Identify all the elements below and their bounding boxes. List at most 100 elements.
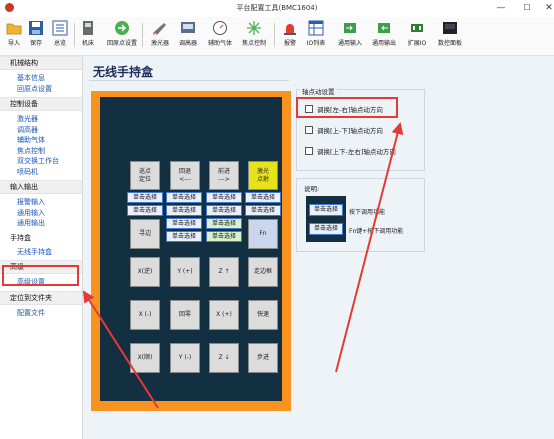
key-edge-find[interactable]: 寻边	[130, 219, 160, 249]
key-laser-shot[interactable]: 激光 点射	[248, 161, 278, 190]
legend-select-button: 单击选择	[309, 204, 343, 216]
select-button[interactable]: 单击选择	[206, 218, 242, 229]
sidebar-item-height-controller[interactable]: 调高器	[0, 125, 82, 136]
legend-title: 说明:	[302, 183, 322, 193]
io-list-button[interactable]: IO列表	[302, 20, 330, 47]
key-x-minus[interactable]: X (-)	[130, 300, 160, 330]
sidebar-item-home-return[interactable]: 回原点设置	[0, 84, 82, 95]
key-x-cw[interactable]: X(顺)	[130, 343, 160, 373]
close-button[interactable]: ✕	[536, 0, 554, 16]
key-y-minus[interactable]: Y (-)	[170, 343, 200, 373]
key-point-locate[interactable]: 巡点 定位	[130, 161, 160, 190]
fn-select-button[interactable]: 单击选择	[166, 231, 202, 242]
legend-text-fn-press: Fn键+按下调用功能	[349, 228, 404, 235]
laser-icon	[152, 20, 168, 36]
fn-select-button[interactable]: 单击选择	[206, 231, 242, 242]
sidebar-item-wireless-handbox[interactable]: 无线手持盒	[0, 247, 82, 258]
sidebar-group-header[interactable]: 控制设备	[0, 97, 82, 111]
sidebar-nav: 机械结构 基本信息 回原点设置 控制设备 激光器 调高器 辅助气体 焦点控制 双…	[0, 56, 83, 439]
input-icon	[342, 20, 358, 36]
highlight-box-checkbox	[296, 97, 398, 118]
sidebar-item-assist-gas[interactable]: 辅助气体	[0, 135, 82, 146]
key-forward[interactable]: 前进 --->	[209, 161, 239, 190]
sidebar-item-general-output[interactable]: 通用输出	[0, 218, 82, 229]
cnc-panel-button[interactable]: 数控面板	[434, 20, 466, 47]
gas-gauge-icon	[212, 20, 228, 36]
sidebar-item-basic-info[interactable]: 基本信息	[0, 73, 82, 84]
sidebar-group-header[interactable]: 手持盒	[0, 231, 82, 244]
sidebar-item-laser[interactable]: 激光器	[0, 114, 82, 125]
sidebar-group-header[interactable]: 机械结构	[0, 56, 82, 70]
sidebar-item-focus-control[interactable]: 焦点控制	[0, 146, 82, 157]
key-backward[interactable]: 回退 <---	[170, 161, 200, 190]
swap-updown-leftright-checkbox[interactable]: 调换[上下-左右]轴点动方向	[305, 146, 396, 156]
checkbox-label: 调换[上-下]轴点动方向	[317, 127, 383, 135]
sidebar-item-config-file[interactable]: 配置文件	[0, 308, 82, 319]
alarm-button[interactable]: 报警	[276, 20, 304, 47]
highlight-box-sidebar	[2, 265, 79, 286]
toolbar-separator	[142, 23, 143, 47]
alarm-icon	[282, 20, 298, 36]
key-fast[interactable]: 快速	[248, 300, 278, 330]
sidebar-group-header[interactable]: 输入输出	[0, 180, 82, 194]
overview-button[interactable]: 总览	[46, 20, 74, 47]
save-icon	[28, 20, 44, 36]
select-button[interactable]: 单击选择	[166, 218, 202, 229]
title-divider	[89, 80, 289, 81]
key-trace-frame[interactable]: 走边框	[248, 257, 278, 287]
key-z-up[interactable]: Z ↑	[209, 257, 239, 287]
swap-up-down-checkbox[interactable]: 调换[上-下]轴点动方向	[305, 125, 383, 135]
home-return-button[interactable]: 回原点设置	[104, 20, 140, 47]
sidebar-group-header[interactable]: 定位到文件夹	[0, 290, 82, 305]
title-bar: 平台配置工具(BMC1604) — ☐ ✕	[0, 0, 554, 16]
handbox-frame: 巡点 定位 回退 <--- 前进 ---> 激光 点射 单击选择 单击选择 单击…	[91, 91, 291, 411]
laser-button[interactable]: 激光器	[146, 20, 174, 47]
legend-swatch-panel	[306, 196, 346, 242]
fn-select-button[interactable]: 单击选择	[166, 205, 202, 216]
select-button[interactable]: 单击选择	[166, 192, 202, 203]
key-x-ccw[interactable]: X(逆)	[130, 257, 160, 287]
sidebar-item-dual-table[interactable]: 双交换工作台	[0, 156, 82, 167]
expand-io-icon	[409, 20, 425, 36]
focus-icon	[246, 20, 262, 36]
legend-group: 说明: 单击选择 单击选择 按下调用功能 Fn键+按下调用功能	[296, 178, 425, 252]
axis-settings-title: 轴点动设置	[300, 86, 337, 96]
sidebar-item-alarm-input[interactable]: 报警输入	[0, 197, 82, 208]
key-step[interactable]: 步进	[248, 343, 278, 373]
fn-select-button[interactable]: 单击选择	[127, 205, 163, 216]
overview-icon	[52, 20, 68, 36]
assist-gas-button[interactable]: 辅助气体	[204, 20, 236, 47]
folder-open-icon	[6, 20, 22, 36]
minimize-button[interactable]: —	[488, 0, 514, 16]
height-controller-icon	[180, 20, 196, 36]
toolbar: 导入 保存 总览 机床 回原点设置 激光器 调高器 辅助气体 焦点控制 报警 I…	[0, 17, 554, 56]
key-fn[interactable]: Fn	[248, 219, 278, 249]
checkbox[interactable]	[305, 126, 313, 134]
height-controller-button[interactable]: 调高器	[174, 20, 202, 47]
focus-control-button[interactable]: 焦点控制	[238, 20, 270, 47]
machine-button[interactable]: 机床	[74, 20, 102, 47]
io-list-icon	[308, 20, 324, 36]
key-return-zero[interactable]: 回零	[170, 300, 200, 330]
select-button[interactable]: 单击选择	[206, 192, 242, 203]
fn-select-button[interactable]: 单击选择	[206, 205, 242, 216]
expand-io-button[interactable]: 扩展IO	[402, 20, 432, 47]
checkbox[interactable]	[305, 147, 313, 155]
handbox-panel: 巡点 定位 回退 <--- 前进 ---> 激光 点射 单击选择 单击选择 单击…	[100, 97, 282, 401]
home-return-icon	[114, 20, 130, 36]
checkbox-label: 调换[上下-左右]轴点动方向	[317, 148, 396, 156]
general-output-button[interactable]: 通用输出	[368, 20, 400, 47]
sidebar-item-marking[interactable]: 喷码机	[0, 167, 82, 178]
window-title: 平台配置工具(BMC1604)	[236, 4, 318, 12]
general-input-button[interactable]: 通用输入	[334, 20, 366, 47]
key-z-down[interactable]: Z ↓	[209, 343, 239, 373]
key-y-plus[interactable]: Y (+)	[170, 257, 200, 287]
output-icon	[376, 20, 392, 36]
select-button[interactable]: 单击选择	[245, 192, 281, 203]
legend-text-press: 按下调用功能	[349, 209, 386, 216]
fn-select-button[interactable]: 单击选择	[245, 205, 281, 216]
toolbar-separator	[274, 23, 275, 47]
select-button[interactable]: 单击选择	[127, 192, 163, 203]
key-x-plus[interactable]: X (+)	[209, 300, 239, 330]
sidebar-item-general-input[interactable]: 通用输入	[0, 208, 82, 219]
